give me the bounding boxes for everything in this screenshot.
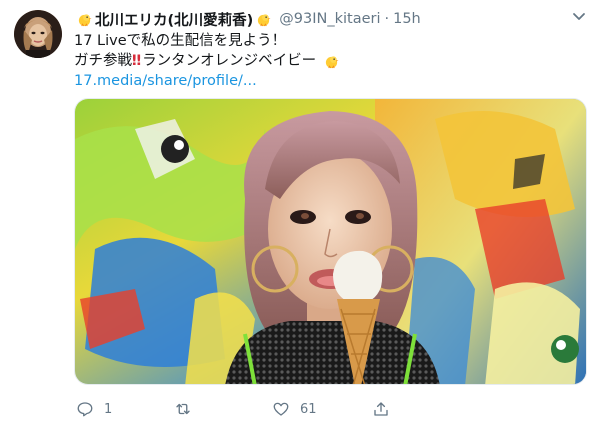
tweet[interactable]: 北川エリカ(北川愛莉香) @93IN_kitaeri · 15h 17 Live…	[0, 0, 600, 428]
tweet-photo[interactable]	[74, 98, 587, 385]
timestamp[interactable]: 15h	[393, 11, 421, 27]
tweet-header: 北川エリカ(北川愛莉香) @93IN_kitaeri · 15h	[74, 9, 560, 29]
display-name[interactable]: 北川エリカ(北川愛莉香)	[95, 9, 253, 30]
tweet-text-prefix: ガチ参戦	[74, 53, 132, 69]
tweet-text-line-1: 17 Liveで私の生配信を見よう！	[74, 33, 287, 49]
retweet-icon	[176, 403, 190, 415]
photo-image	[75, 99, 586, 384]
user-handle[interactable]: @93IN_kitaeri	[279, 11, 380, 27]
tweet-actions: 1 61	[74, 398, 600, 420]
tweet-text-line-2: ガチ参戦‼ ランタンオレンジベイビー	[74, 51, 580, 71]
tweet-text: 17 Liveで私の生配信を見よう！ ガチ参戦‼ ランタンオレンジベイビー 17.…	[74, 31, 580, 91]
baby-chick-icon	[78, 13, 92, 26]
retweet-button[interactable]	[174, 398, 202, 420]
baby-chick-icon	[325, 55, 339, 68]
baby-chick-icon	[258, 13, 271, 26]
share-button[interactable]	[372, 398, 390, 420]
separator-dot: ·	[384, 11, 390, 27]
reply-icon	[77, 402, 93, 417]
share-icon	[374, 402, 388, 416]
avatar-photo	[14, 10, 62, 58]
avatar[interactable]	[14, 10, 62, 58]
reply-count: 1	[104, 401, 113, 417]
chevron-down-icon[interactable]	[572, 12, 586, 22]
tweet-text-suffix: ランタンオレンジベイビー	[142, 53, 317, 69]
double-exclamation-icon: ‼	[132, 53, 141, 69]
like-button[interactable]: 61	[272, 398, 317, 420]
reply-button[interactable]: 1	[76, 398, 112, 420]
heart-icon	[273, 402, 289, 416]
like-count: 61	[300, 401, 317, 417]
profile-link[interactable]: 17.media/share/profile/...	[74, 71, 580, 91]
